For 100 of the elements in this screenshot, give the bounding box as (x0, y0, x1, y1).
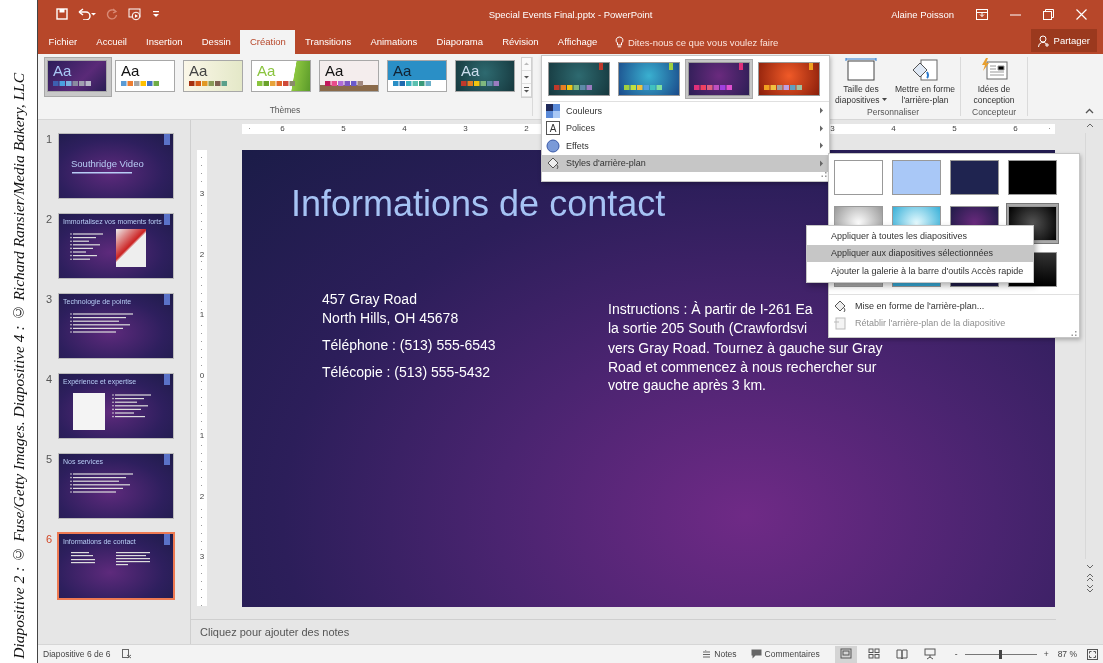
undo-icon[interactable] (78, 8, 96, 20)
variant-thumbnail[interactable] (755, 59, 823, 99)
photo-placeholder (116, 229, 146, 267)
window-title: Special Events Final.pptx - PowerPoint (488, 8, 653, 20)
accent-bar (599, 63, 603, 70)
menu-item[interactable]: Mise en forme de l'arrière-plan... (829, 297, 1079, 314)
slide-title: Informations de contact (291, 183, 666, 225)
ruler-number: 1 (197, 431, 207, 441)
close-icon[interactable] (1076, 8, 1087, 20)
zoom-out-button[interactable]: - (954, 649, 958, 659)
ribbon-display-icon[interactable] (976, 8, 988, 20)
color-bar-drawing (694, 85, 734, 90)
color-bar-drawing (53, 81, 93, 86)
photo-placeholder (73, 393, 105, 430)
paint-bucket-icon (833, 298, 847, 313)
slideshow-icon[interactable] (128, 7, 142, 21)
color-bar-drawing (189, 81, 229, 86)
resize-grip-icon[interactable] (821, 172, 827, 178)
menu-item[interactable]: Effets (542, 137, 829, 155)
tell-me-field[interactable]: Dites-nous ce que vous voulez faire (627, 36, 818, 48)
accessibility-icon[interactable] (121, 649, 132, 659)
menu-item[interactable]: Appliquer à toutes les diapositives (807, 227, 1033, 245)
ribbon-tab[interactable]: Diaporama (426, 30, 493, 54)
color-bar-drawing (624, 85, 664, 90)
normal-view-icon (839, 648, 852, 660)
notes-button[interactable]: Notes (714, 649, 737, 659)
color-bar-drawing (764, 85, 804, 90)
accent-bar (164, 134, 170, 145)
slide-position: Diapositive 6 de 6 (43, 649, 111, 659)
accent-bar (164, 214, 170, 225)
accent-bar (739, 63, 743, 70)
menu-item[interactable]: Appliquer aux diapositives sélectionnées (807, 244, 1033, 262)
directions-line: Road et commencez à nous rechercher sur (608, 357, 877, 376)
notes-placeholder[interactable]: Cliquez pour ajouter des notes (200, 626, 350, 638)
background-style-swatch[interactable] (948, 157, 1001, 198)
slideshow-view-icon (923, 648, 936, 660)
variant-thumbnail[interactable] (685, 59, 753, 99)
ruler-number: 3 (197, 189, 207, 199)
comments-button[interactable]: Commentaires (764, 649, 820, 659)
format-background-button[interactable]: Mettre en forme l'arrière-plan (893, 57, 957, 107)
ribbon-tab[interactable]: Transitions (295, 30, 361, 54)
ruler-number: 2 (197, 249, 207, 260)
resize-grip-icon[interactable] (1071, 331, 1077, 337)
ribbon-tab[interactable]: Révision (492, 30, 549, 54)
ribbon-tab[interactable]: Affichage (548, 30, 607, 54)
collapse-ribbon-icon[interactable] (1085, 108, 1094, 114)
ribbon-tab[interactable]: Animations (360, 30, 427, 54)
notes-icon (702, 649, 712, 659)
group-label: Personnaliser (867, 107, 919, 118)
effects-circle-icon (546, 138, 560, 153)
restore-icon[interactable] (1043, 8, 1054, 20)
ribbon-tab[interactable]: Insertion (136, 30, 193, 54)
directions-line: Instructions : À partir de I-261 Ea (608, 300, 813, 319)
ruler-number: 4 (863, 124, 924, 134)
fit-to-window-icon[interactable] (1087, 648, 1098, 660)
variant-thumbnail[interactable] (615, 59, 683, 99)
menu-item[interactable]: Styles d'arrière-plan (542, 154, 829, 172)
directions-line: vers Gray Road. Tournez à gauche sur Gray (608, 339, 883, 358)
menu-item[interactable]: Couleurs (542, 102, 829, 120)
ribbon-tab[interactable]: Dessin (192, 30, 241, 54)
thumbnail-title: Southridge Video (71, 158, 144, 169)
reading-view-icon (895, 648, 908, 660)
background-style-swatch[interactable] (832, 157, 885, 198)
variant-thumbnail[interactable] (545, 59, 613, 99)
background-style-swatch[interactable] (890, 157, 943, 198)
slide-number: 3 (45, 293, 54, 305)
ribbon-tab[interactable]: Accueil (86, 30, 137, 54)
slide-thumbnail[interactable]: Southridge Video (57, 132, 175, 200)
theme-thumbnail[interactable]: Aa (44, 57, 112, 97)
background-style-swatch[interactable] (1006, 157, 1059, 198)
menu-item[interactable]: Ajouter la galerie à la barre d'outils Accès rapide (807, 262, 1033, 280)
gallery-more-icon[interactable] (522, 84, 531, 97)
phone-text: Téléphone : (513) 555-6543 (322, 336, 496, 355)
group-label: Thèmes (269, 105, 301, 116)
ruler-number: 2 (197, 491, 207, 502)
zoom-slider-thumb[interactable] (999, 649, 1003, 659)
color-bar-drawing (257, 81, 297, 86)
caret-icon (881, 98, 887, 102)
slide-number: 4 (45, 373, 54, 385)
slide-size-icon (845, 58, 877, 82)
fax-text: Télécopie : (513) 555-5432 (322, 363, 492, 382)
customize-caret-icon[interactable] (152, 9, 160, 19)
save-icon[interactable] (56, 8, 68, 20)
color-bar-drawing (461, 81, 501, 86)
accent-bar (809, 63, 813, 70)
reset-background-icon (833, 315, 847, 330)
ribbon-tab[interactable]: Création (240, 30, 296, 54)
share-button[interactable]: Partager (1030, 29, 1097, 52)
zoom-in-button[interactable]: + (1043, 649, 1049, 659)
ruler-number: 3 (197, 552, 207, 562)
next-slide-icon[interactable] (1084, 583, 1096, 594)
ribbon-tab[interactable]: Fichier (39, 30, 87, 54)
slide-size-button[interactable]: Taille des diapositives (829, 57, 893, 107)
paint-bucket-icon (546, 156, 560, 171)
zoom-percentage[interactable]: 87 % (1057, 649, 1077, 659)
comment-icon (750, 649, 762, 659)
previous-slide-icon[interactable] (1084, 572, 1096, 583)
photo-credit: Diapositive 2 : © Fuse/Getty Images. Diapositive 4 : © Richard Ransier/Media Bakery, LLC (9, 73, 28, 659)
accent-bar (164, 534, 170, 545)
design-ideas-button[interactable]: Idées de conception (962, 57, 1026, 107)
